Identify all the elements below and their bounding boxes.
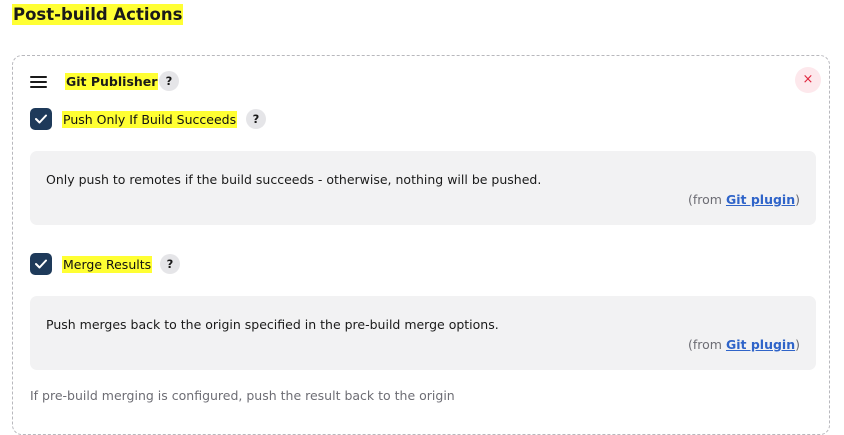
git-plugin-link[interactable]: Git plugin bbox=[726, 192, 795, 207]
push-only-if-succeeds-help-box: Only push to remotes if the build succee… bbox=[30, 151, 816, 225]
from-prefix: (from bbox=[688, 192, 726, 207]
git-publisher-help-icon[interactable]: ? bbox=[159, 71, 179, 91]
push-only-if-succeeds-help-text: Only push to remotes if the build succee… bbox=[46, 172, 542, 187]
merge-results-help-icon[interactable]: ? bbox=[160, 254, 180, 274]
from-suffix: ) bbox=[795, 337, 800, 352]
push-only-if-succeeds-label[interactable]: Push Only If Build Succeeds bbox=[62, 111, 238, 128]
merge-results-help-text: Push merges back to the origin specified… bbox=[46, 317, 499, 332]
push-only-if-succeeds-help-icon[interactable]: ? bbox=[246, 109, 266, 129]
checkmark-icon bbox=[35, 114, 47, 124]
from-suffix: ) bbox=[795, 192, 800, 207]
checkmark-icon bbox=[35, 259, 47, 269]
from-plugin-note: (from Git plugin) bbox=[688, 336, 800, 353]
git-publisher-description: If pre-build merging is configured, push… bbox=[30, 388, 455, 403]
merge-results-checkbox[interactable] bbox=[30, 253, 52, 275]
from-plugin-note: (from Git plugin) bbox=[688, 191, 800, 208]
merge-results-label[interactable]: Merge Results bbox=[62, 256, 153, 273]
drag-handle-icon[interactable] bbox=[30, 76, 47, 88]
merge-results-help-box: Push merges back to the origin specified… bbox=[30, 296, 816, 370]
section-title: Post-build Actions bbox=[12, 4, 184, 25]
git-publisher-title: Git Publisher bbox=[65, 73, 159, 90]
push-only-if-succeeds-checkbox[interactable] bbox=[30, 108, 52, 130]
from-prefix: (from bbox=[688, 337, 726, 352]
remove-step-close-icon[interactable]: × bbox=[795, 67, 821, 93]
git-plugin-link[interactable]: Git plugin bbox=[726, 337, 795, 352]
